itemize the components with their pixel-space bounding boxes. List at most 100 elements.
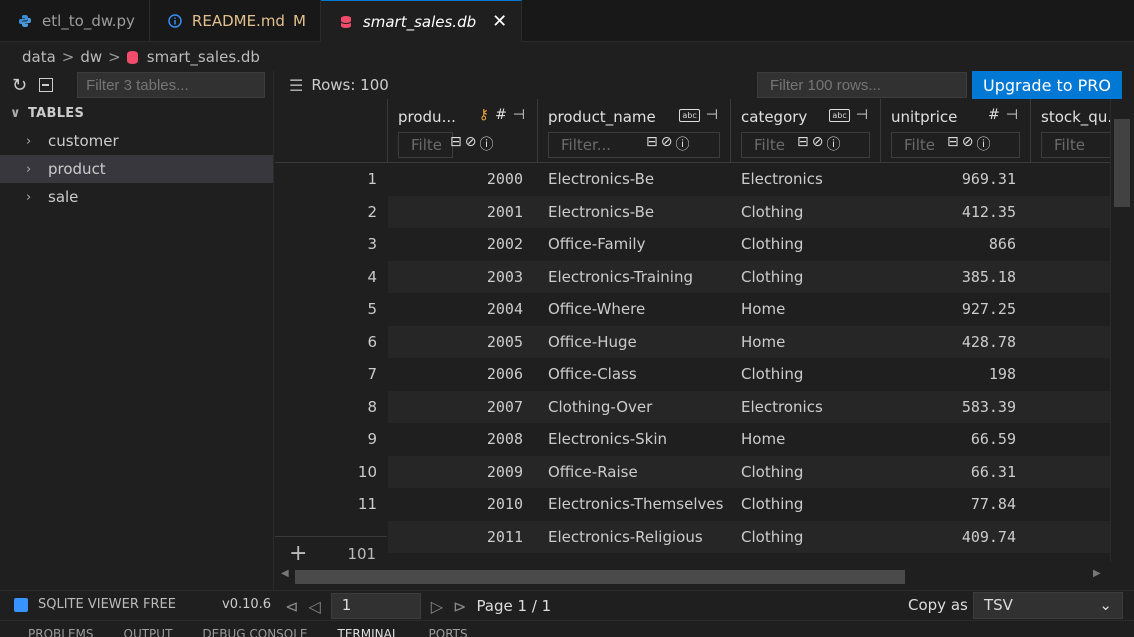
cell-product-id[interactable]: 2000 bbox=[388, 163, 523, 196]
cell-product-name[interactable]: Office-Where bbox=[548, 293, 733, 326]
cell-product-id[interactable]: 2007 bbox=[388, 391, 523, 424]
scroll-left-icon[interactable]: ◀ bbox=[281, 568, 289, 579]
collapse-all-icon[interactable] bbox=[39, 78, 54, 92]
null-icon[interactable]: ⊘ bbox=[465, 134, 477, 154]
cell-unitprice[interactable]: 77.84 bbox=[881, 488, 1016, 521]
tab-terminal[interactable]: TERMINAL bbox=[338, 621, 399, 637]
first-page-icon[interactable]: ⊲ bbox=[285, 597, 298, 616]
filter-mode-icon[interactable]: ⊟ bbox=[797, 134, 809, 154]
cell-product-name[interactable]: Office-Huge bbox=[548, 326, 733, 359]
breadcrumb-item-db[interactable]: smart_sales.db bbox=[147, 48, 260, 66]
cell-product-id[interactable]: 2002 bbox=[388, 228, 523, 261]
filter-mode-icon[interactable]: ⊟ bbox=[947, 134, 959, 154]
upgrade-button[interactable]: Upgrade to PRO bbox=[972, 71, 1122, 99]
table-row[interactable]: 9 2008 Electronics-Skin Home 66.59 bbox=[275, 423, 1134, 456]
close-icon[interactable]: ✕ bbox=[492, 11, 507, 32]
table-row[interactable]: 3 2002 Office-Family Clothing 866 bbox=[275, 228, 1134, 261]
vertical-scrollbar[interactable] bbox=[1110, 99, 1134, 562]
cell-category[interactable]: Clothing bbox=[741, 521, 881, 554]
table-row[interactable]: 2 2001 Electronics-Be Clothing 412.35 bbox=[275, 195, 1134, 229]
scroll-right-icon[interactable]: ▶ bbox=[1093, 568, 1101, 579]
column-header-stock-quantity[interactable]: stock_qu... Filte bbox=[1031, 99, 1122, 163]
tab-problems[interactable]: PROBLEMS bbox=[28, 621, 94, 637]
tab-readme[interactable]: README.md M bbox=[150, 0, 321, 42]
not-null-icon[interactable]: ⓘ bbox=[479, 134, 493, 154]
column-header-product-name[interactable]: product_name abc ⊣ Filter... ⊟ ⊘ ⓘ bbox=[538, 99, 731, 163]
null-icon[interactable]: ⊘ bbox=[812, 134, 824, 154]
refresh-icon[interactable]: ↻ bbox=[12, 75, 27, 96]
cell-product-id[interactable]: 2011 bbox=[388, 521, 523, 554]
pin-icon[interactable]: ⊣ bbox=[1006, 107, 1018, 123]
row-height-icon[interactable]: ☰ bbox=[289, 76, 303, 95]
cell-product-name[interactable]: Office-Class bbox=[548, 358, 733, 391]
not-null-icon[interactable]: ⓘ bbox=[675, 134, 689, 154]
prev-page-icon[interactable]: ◁ bbox=[308, 597, 320, 616]
tab-etl-to-dw[interactable]: etl_to_dw.py bbox=[0, 0, 150, 42]
cell-unitprice[interactable]: 66.31 bbox=[881, 456, 1016, 489]
not-null-icon[interactable]: ⓘ bbox=[976, 134, 990, 154]
cell-product-id[interactable]: 2004 bbox=[388, 293, 523, 326]
horizontal-scrollbar[interactable]: ◀ ▶ bbox=[275, 568, 1110, 586]
cell-category[interactable]: Clothing bbox=[741, 196, 881, 229]
tab-output[interactable]: OUTPUT bbox=[124, 621, 173, 637]
row-filter-input[interactable] bbox=[757, 72, 967, 98]
null-icon[interactable]: ⊘ bbox=[962, 134, 974, 154]
cell-category[interactable]: Home bbox=[741, 293, 881, 326]
tab-smart-sales-db[interactable]: smart_sales.db ✕ bbox=[320, 0, 523, 42]
breadcrumb-item-dw[interactable]: dw bbox=[80, 48, 102, 66]
column-header-product-id[interactable]: produ... ⚷ # ⊣ Filte ⊟ ⊘ ⓘ bbox=[388, 99, 538, 163]
table-row[interactable]: 10 2009 Office-Raise Clothing 66.31 bbox=[275, 455, 1134, 489]
cell-unitprice[interactable]: 428.78 bbox=[881, 326, 1016, 359]
cell-product-name[interactable]: Electronics-Skin bbox=[548, 423, 733, 456]
table-row[interactable]: 7 2006 Office-Class Clothing 198 bbox=[275, 358, 1134, 391]
cell-category[interactable]: Home bbox=[741, 423, 881, 456]
cell-unitprice[interactable]: 66.59 bbox=[881, 423, 1016, 456]
cell-category[interactable]: Electronics bbox=[741, 391, 881, 424]
pin-icon[interactable]: ⊣ bbox=[856, 107, 868, 123]
cell-product-name[interactable]: Electronics-Themselves bbox=[548, 488, 733, 521]
cell-unitprice[interactable]: 412.35 bbox=[881, 196, 1016, 229]
cell-product-id[interactable]: 2008 bbox=[388, 423, 523, 456]
table-row[interactable]: 11 2010 Electronics-Themselves Clothing 77.8… bbox=[275, 488, 1134, 521]
tables-section-header[interactable]: ∨ TABLES bbox=[0, 99, 273, 127]
not-null-icon[interactable]: ⓘ bbox=[826, 134, 840, 154]
table-row[interactable]: 1 2000 Electronics-Be Electronics 969.31 bbox=[275, 163, 1134, 196]
table-row[interactable]: 8 2007 Clothing-Over Electronics 583.39 bbox=[275, 390, 1134, 424]
column-header-unitprice[interactable]: unitprice # ⊣ Filte ⊟ ⊘ ⓘ bbox=[881, 99, 1031, 163]
null-icon[interactable]: ⊘ bbox=[661, 134, 673, 154]
cell-category[interactable]: Home bbox=[741, 326, 881, 359]
column-filter-input[interactable]: Filte bbox=[1041, 132, 1121, 158]
cell-unitprice[interactable]: 583.39 bbox=[881, 391, 1016, 424]
cell-product-name[interactable]: Electronics-Be bbox=[548, 196, 733, 229]
table-filter-input[interactable] bbox=[77, 72, 266, 98]
table-row[interactable]: 5 2004 Office-Where Home 927.25 bbox=[275, 293, 1134, 326]
table-row[interactable]: 6 2005 Office-Huge Home 428.78 bbox=[275, 325, 1134, 359]
cell-product-id[interactable]: 2005 bbox=[388, 326, 523, 359]
tab-debug-console[interactable]: DEBUG CONSOLE bbox=[202, 621, 307, 637]
table-row[interactable]: 2011 Electronics-Religious Clothing 409.74 bbox=[275, 520, 1134, 554]
cell-category[interactable]: Electronics bbox=[741, 163, 881, 196]
horizontal-scroll-thumb[interactable] bbox=[295, 570, 905, 584]
cell-product-id[interactable]: 2010 bbox=[388, 488, 523, 521]
cell-product-id[interactable]: 2009 bbox=[388, 456, 523, 489]
sidebar-item-product[interactable]: › product bbox=[0, 155, 273, 183]
cell-unitprice[interactable]: 409.74 bbox=[881, 521, 1016, 554]
filter-mode-icon[interactable]: ⊟ bbox=[646, 134, 658, 154]
cell-category[interactable]: Clothing bbox=[741, 488, 881, 521]
cell-product-name[interactable]: Electronics-Religious bbox=[548, 521, 733, 554]
sidebar-item-sale[interactable]: › sale bbox=[0, 183, 273, 211]
add-row-icon[interactable]: + bbox=[289, 541, 307, 562]
cell-product-name[interactable]: Electronics-Training bbox=[548, 261, 733, 294]
cell-category[interactable]: Clothing bbox=[741, 456, 881, 489]
cell-product-name[interactable]: Office-Raise bbox=[548, 456, 733, 489]
cell-unitprice[interactable]: 198 bbox=[881, 358, 1016, 391]
cell-product-id[interactable]: 2003 bbox=[388, 261, 523, 294]
cell-unitprice[interactable]: 969.31 bbox=[881, 163, 1016, 196]
pin-icon[interactable]: ⊣ bbox=[513, 107, 525, 123]
next-page-icon[interactable]: ▷ bbox=[431, 597, 443, 616]
table-row[interactable]: 4 2003 Electronics-Training Clothing 385.18 bbox=[275, 260, 1134, 294]
tab-ports[interactable]: PORTS bbox=[429, 621, 468, 637]
filter-mode-icon[interactable]: ⊟ bbox=[450, 134, 462, 154]
cell-unitprice[interactable]: 385.18 bbox=[881, 261, 1016, 294]
page-number-input[interactable]: 1 bbox=[330, 593, 421, 619]
